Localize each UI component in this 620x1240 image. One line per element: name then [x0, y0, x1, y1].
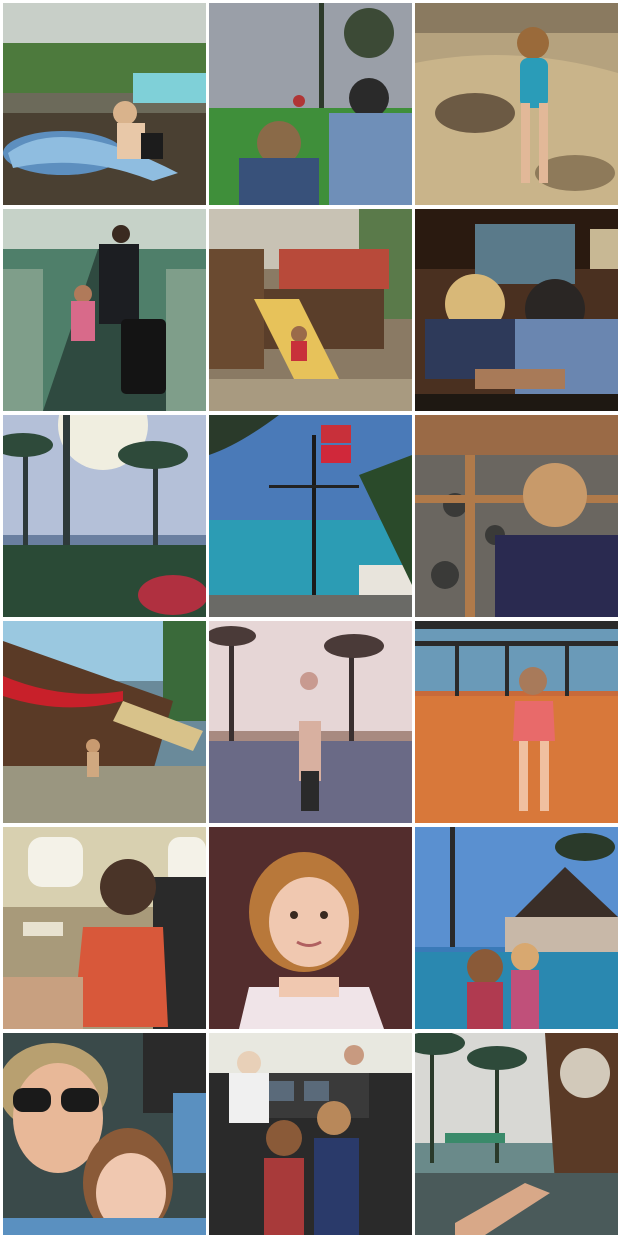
photo-palm-trees-sun-flare [3, 415, 206, 617]
photo-girl-portrait [209, 827, 412, 1029]
photo-boy-on-dolphin-slide [3, 3, 206, 205]
photo-girl-at-plane-window [3, 827, 206, 1029]
photo-boy-looking-at-rocks [415, 415, 618, 617]
photo-pirate-ship-slide [209, 209, 412, 411]
photo-dad-and-son-in-restaurant [415, 209, 618, 411]
photo-kids-in-cockpit [209, 1033, 412, 1235]
photo-man-lifting-child-by-pool [209, 621, 412, 823]
photo-toddler-in-tide-pool [415, 3, 618, 205]
photo-girl-at-railing [415, 621, 618, 823]
photo-kids-by-pool-hut [415, 827, 618, 1029]
photo-flagpole-over-ocean [209, 415, 412, 617]
photo-feet-by-pool-palms [415, 1033, 618, 1235]
photo-mother-daughter-selfie [3, 1033, 206, 1235]
photo-pirate-ship-wading-pool [3, 621, 206, 823]
photo-airport-moving-walkway [3, 209, 206, 411]
photo-collage [0, 0, 620, 1240]
photo-dad-and-kids-on-lawn [209, 3, 412, 205]
